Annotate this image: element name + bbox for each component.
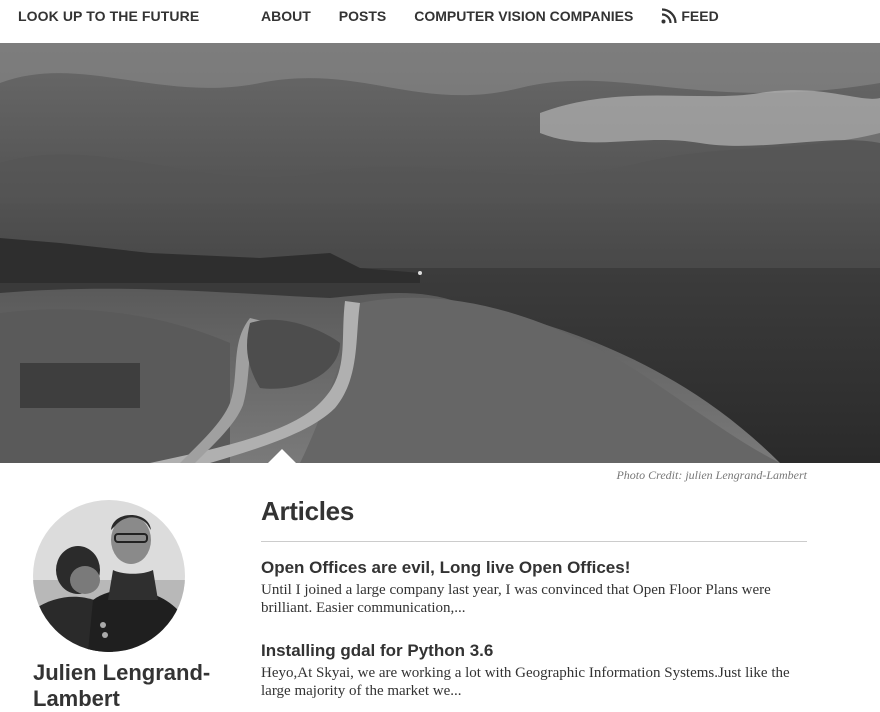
site-brand-link[interactable]: LOOK UP TO THE FUTURE <box>18 8 199 24</box>
photo-credit: Photo Credit: julien Lengrand-Lambert <box>616 468 807 482</box>
article-excerpt: Until I joined a large company last year… <box>261 582 771 616</box>
top-navbar: LOOK UP TO THE FUTURE ABOUT POSTS COMPUT… <box>0 0 880 44</box>
nav-computer-vision-companies-link[interactable]: COMPUTER VISION COMPANIES <box>414 8 633 24</box>
article-excerpt: Heyo,At Skyai, we are working a lot with… <box>261 665 790 699</box>
avatar <box>33 500 185 652</box>
article-title-link[interactable]: Open Offices are evil, Long live Open Of… <box>261 558 630 577</box>
nav-feed-link[interactable]: FEED <box>661 8 719 24</box>
hero-pointer-notch <box>268 449 296 463</box>
article-title: Open Offices are evil, Long live Open Of… <box>261 558 807 578</box>
main-nav: ABOUT POSTS COMPUTER VISION COMPANIES FE… <box>261 8 719 24</box>
articles-section: Articles Open Offices are evil, Long liv… <box>261 496 807 700</box>
article-item: Open Offices are evil, Long live Open Of… <box>261 558 807 617</box>
nav-feed-label: FEED <box>681 8 719 24</box>
page-title: Articles <box>261 496 807 542</box>
nav-posts-link[interactable]: POSTS <box>339 8 386 24</box>
article-item: Installing gdal for Python 3.6 Heyo,At S… <box>261 641 807 700</box>
article-title: Installing gdal for Python 3.6 <box>261 641 807 661</box>
rss-icon <box>661 8 677 24</box>
article-title-link[interactable]: Installing gdal for Python 3.6 <box>261 641 493 660</box>
author-name: Julien Lengrand-Lambert <box>33 660 211 711</box>
hero-image <box>0 43 880 463</box>
nav-about-link[interactable]: ABOUT <box>261 8 311 24</box>
